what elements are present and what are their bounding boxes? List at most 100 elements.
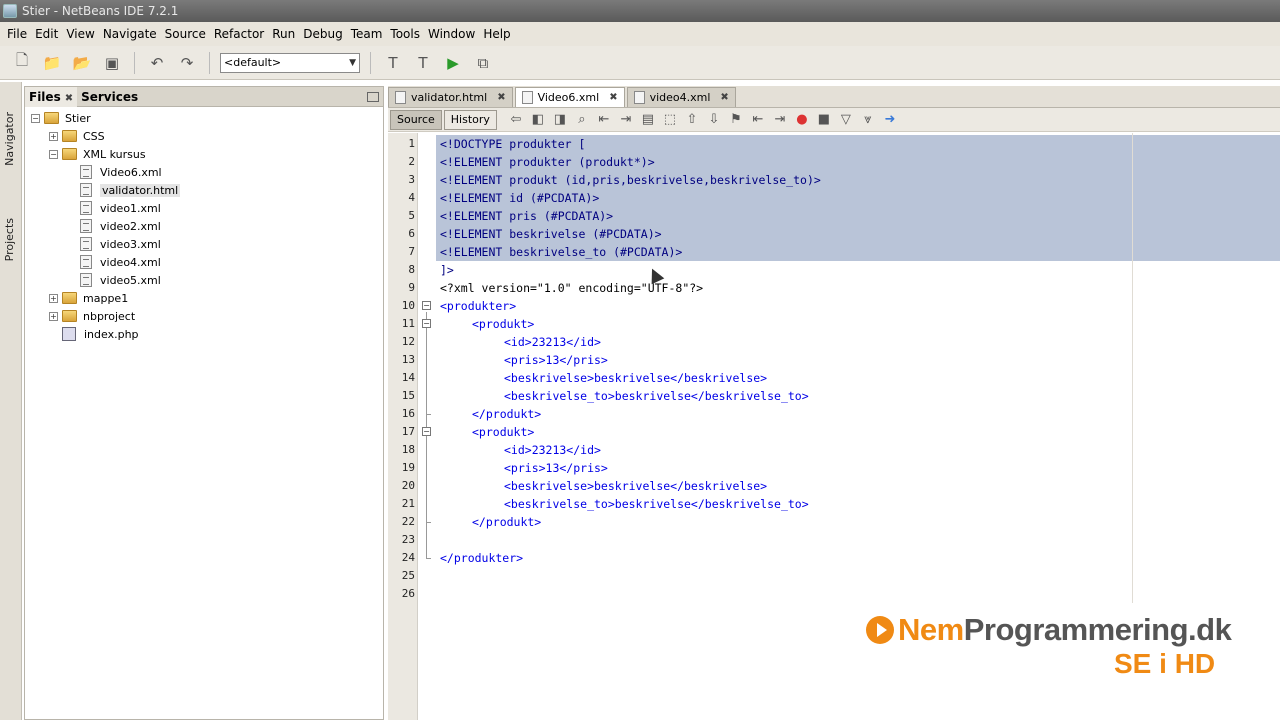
tree-item[interactable]: index.php [25,325,383,343]
code-line[interactable]: <!ELEMENT beskrivelse_to (#PCDATA)> [440,243,682,261]
code-line[interactable]: <produkt> [472,423,534,441]
expand-icon[interactable]: + [49,293,58,303]
close-icon[interactable]: ✖ [497,92,505,103]
menu-debug[interactable]: Debug [300,22,345,46]
tree-item[interactable]: video1.xml [25,199,383,217]
code-line[interactable]: </produkt> [472,513,541,531]
code-line[interactable]: <pris>13</pris> [504,351,608,369]
menu-source[interactable]: Source [162,22,209,46]
find-selection-icon[interactable]: ⌕ [571,110,593,130]
tree-item[interactable]: Video6.xml [25,163,383,181]
shift-left-icon[interactable]: ⇤ [747,110,769,130]
tab-services[interactable]: Services [77,87,142,107]
menu-team[interactable]: Team [348,22,386,46]
menu-edit[interactable]: Edit [32,22,61,46]
fold-guide [426,330,427,414]
collapse-icon[interactable]: − [49,149,58,159]
fold-toggle-icon[interactable]: − [422,319,431,328]
toggle-rect-selection-icon[interactable]: ⬚ [659,110,681,130]
tree-item[interactable]: + CSS [25,127,383,145]
tree-item[interactable]: video5.xml [25,271,383,289]
build-hammer-icon[interactable]: T [381,51,405,75]
code-line[interactable]: <beskrivelse>beskrivelse</beskrivelse> [504,477,767,495]
tree-item[interactable]: − XML kursus [25,145,383,163]
toggle-highlight-icon[interactable]: ▤ [637,110,659,130]
minimize-panel-icon[interactable] [367,91,379,102]
tree-item[interactable]: − Stier [25,109,383,127]
shift-right-icon[interactable]: ⇥ [769,110,791,130]
code-line[interactable]: <pris>13</pris> [504,459,608,477]
code-line[interactable]: <beskrivelse>beskrivelse</beskrivelse> [504,369,767,387]
code-line[interactable]: <?xml version="1.0" encoding="UTF-8"?> [440,279,703,297]
configuration-select[interactable]: <default> ▼ [220,52,360,73]
close-icon[interactable]: ✖ [65,93,73,104]
tab-files[interactable]: Files ✖ [25,86,78,107]
menu-tools[interactable]: Tools [387,22,423,46]
code-line[interactable]: ]> [440,261,454,279]
code-line[interactable]: <!ELEMENT pris (#PCDATA)> [440,207,613,225]
menu-help[interactable]: Help [480,22,513,46]
close-icon[interactable]: ✖ [609,92,617,103]
run-icon[interactable]: ▶ [441,51,465,75]
next-bookmark-icon[interactable]: ⇩ [703,110,725,130]
code-line[interactable]: <produkt> [472,315,534,333]
check-xml-icon[interactable]: ▽ [835,110,857,130]
editor-tab[interactable]: validator.html ✖ [388,87,513,107]
undo-icon[interactable]: ↶ [145,51,169,75]
debug-icon[interactable]: ⧉ [471,51,495,75]
menu-window[interactable]: Window [425,22,478,46]
tree-item[interactable]: + nbproject [25,307,383,325]
expand-icon[interactable]: + [49,311,58,321]
validate-xml-icon[interactable]: ⩔ [857,110,879,130]
code-line[interactable]: <!ELEMENT beskrivelse (#PCDATA)> [440,225,662,243]
xsl-transform-icon[interactable]: ➜ [879,110,901,130]
new-project-icon[interactable]: 📁 [40,51,64,75]
menu-view[interactable]: View [63,22,97,46]
tree-item[interactable]: validator.html [25,181,383,199]
tree-item[interactable]: + mappe1 [25,289,383,307]
code-line[interactable]: </produkt> [472,405,541,423]
fold-toggle-icon[interactable]: − [422,301,431,310]
code-line[interactable]: <!DOCTYPE produkter [ [440,135,585,153]
menu-file[interactable]: File [4,22,30,46]
source-view-button[interactable]: Source [390,109,442,130]
editor-tab[interactable]: Video6.xml ✖ [514,87,625,107]
code-line[interactable]: <!ELEMENT produkter (produkt*)> [440,153,655,171]
open-project-icon[interactable]: 📂 [70,51,94,75]
tree-item[interactable]: video2.xml [25,217,383,235]
toggle-bookmark-icon[interactable]: ⚑ [725,110,747,130]
previous-bookmark-icon[interactable]: ⇧ [681,110,703,130]
navigator-side-tab[interactable]: Navigator [3,112,16,166]
stop-macro-icon[interactable]: ■ [813,110,835,130]
collapse-icon[interactable]: − [31,113,40,123]
save-all-icon[interactable]: ▣ [100,51,124,75]
fold-toggle-icon[interactable]: − [422,427,431,436]
code-line[interactable]: <!ELEMENT produkt (id,pris,beskrivelse,b… [440,171,821,189]
start-macro-icon[interactable]: ● [791,110,813,130]
tree-item[interactable]: video3.xml [25,235,383,253]
tree-item[interactable]: video4.xml [25,253,383,271]
new-file-icon[interactable]: 🗋 [10,51,34,75]
redo-icon[interactable]: ↷ [175,51,199,75]
code-line[interactable]: <beskrivelse_to>beskrivelse</beskrivelse… [504,495,809,513]
code-line[interactable]: <id>23213</id> [504,441,601,459]
editor-tab[interactable]: video4.xml ✖ [626,87,736,107]
code-line[interactable]: <beskrivelse_to>beskrivelse</beskrivelse… [504,387,809,405]
find-next-icon[interactable]: ⇥ [615,110,637,130]
code-line[interactable]: <produkter> [440,297,516,315]
code-line[interactable]: <id>23213</id> [504,333,601,351]
code-line[interactable]: <!ELEMENT id (#PCDATA)> [440,189,599,207]
find-previous-icon[interactable]: ⇤ [593,110,615,130]
clean-build-icon[interactable]: T [411,51,435,75]
menu-run[interactable]: Run [269,22,298,46]
menu-navigate[interactable]: Navigate [100,22,160,46]
back-icon[interactable]: ◧ [527,110,549,130]
projects-side-tab[interactable]: Projects [3,218,16,261]
history-view-button[interactable]: History [443,109,497,130]
menu-refactor[interactable]: Refactor [211,22,267,46]
close-icon[interactable]: ✖ [720,92,728,103]
forward-icon[interactable]: ◨ [549,110,571,130]
last-edit-icon[interactable]: ⇦ [505,110,527,130]
code-line[interactable]: </produkter> [440,549,523,567]
expand-icon[interactable]: + [49,131,58,141]
